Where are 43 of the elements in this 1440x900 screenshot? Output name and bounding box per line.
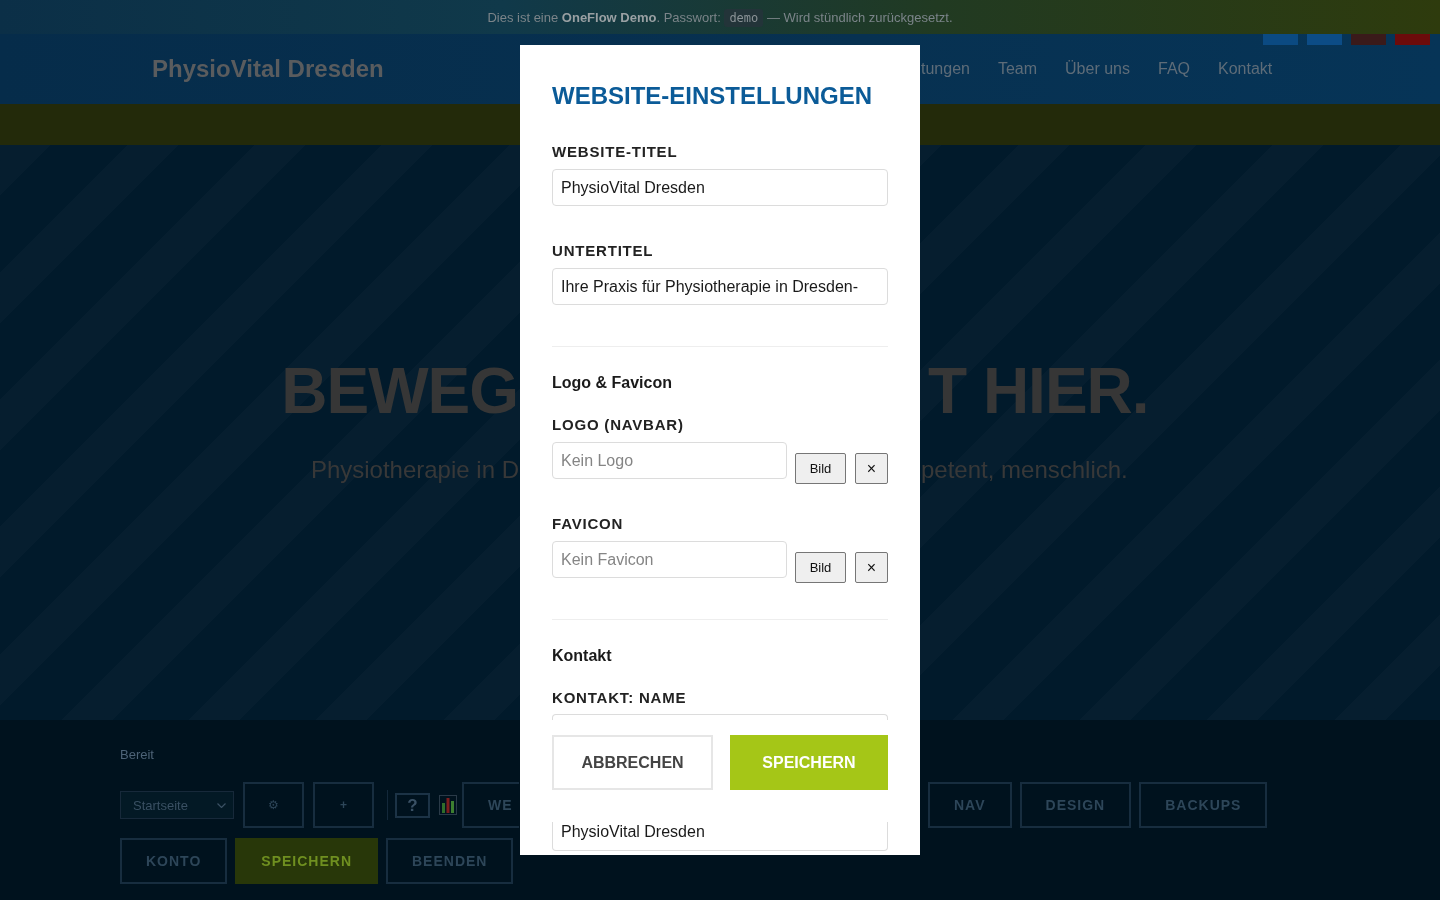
dialog-title: WEBSITE-EINSTELLUNGEN [552, 83, 872, 109]
cancel-button[interactable]: ABBRECHEN [552, 735, 713, 790]
section-heading: Kontakt [552, 646, 612, 666]
choose-image-button[interactable]: Bild [795, 453, 846, 484]
field-label: FAVICON [552, 514, 624, 534]
toolbar-button[interactable]: NAV [928, 782, 1012, 828]
demo-notice: Dies ist eine OneFlow Demo. Passwort: demo — Wird stündlich zurückgesetzt. [487, 9, 953, 25]
nav-link[interactable]: Team [997, 60, 1038, 78]
nav-link[interactable]: tungen [921, 60, 970, 78]
page-select[interactable]: Startseite [120, 791, 234, 819]
toolbar-button[interactable]: ⚙ [243, 782, 304, 828]
field-label: LOGO (NAVBAR) [552, 415, 684, 435]
toolbar-button[interactable]: BACKUPS [1139, 782, 1268, 828]
field-label: WEBSITE-TITEL [552, 142, 678, 162]
toolbar-button[interactable]: SPEICHERN [235, 838, 378, 884]
text-input[interactable]: PhysioVital Dresden [552, 822, 888, 851]
clear-button[interactable]: × [855, 552, 888, 583]
image-path-input[interactable]: Kein Logo [552, 442, 787, 479]
image-path-input[interactable]: Kein Favicon [552, 541, 787, 578]
nav-link[interactable]: FAQ [1158, 60, 1190, 78]
toolbar-button[interactable]: KONTO [120, 838, 228, 884]
toolbar-button[interactable]: DESIGN [1019, 782, 1132, 828]
site-brand[interactable]: PhysioVital Dresden [152, 55, 384, 82]
field-label: UNTERTITEL [552, 241, 654, 261]
section-heading: Logo & Favicon [552, 373, 672, 393]
choose-image-button[interactable]: Bild [795, 552, 846, 583]
clear-button[interactable]: × [855, 453, 888, 484]
save-button[interactable]: SPEICHERN [730, 735, 888, 790]
tile-icon[interactable] [1307, 34, 1342, 45]
field-label: KONTAKT: NAME [552, 688, 687, 708]
bar-chart-icon[interactable] [439, 795, 457, 815]
toolbar-button[interactable]: + [313, 782, 374, 828]
tile-icon[interactable] [1263, 34, 1298, 45]
toolbar-button[interactable]: BEENDEN [386, 838, 514, 884]
nav-link[interactable]: Über uns [1065, 60, 1130, 78]
help-button[interactable]: ? [395, 792, 430, 818]
tile-icon[interactable] [1395, 34, 1430, 45]
nav-link[interactable]: Kontakt [1218, 60, 1273, 78]
caret-icon [217, 802, 226, 808]
status-text: Bereit [120, 746, 154, 764]
tile-icon[interactable] [1351, 34, 1386, 45]
text-input[interactable]: Ihre Praxis für Physiotherapie in Dresden- [552, 268, 888, 305]
text-input[interactable]: PhysioVital Dresden [552, 169, 888, 206]
